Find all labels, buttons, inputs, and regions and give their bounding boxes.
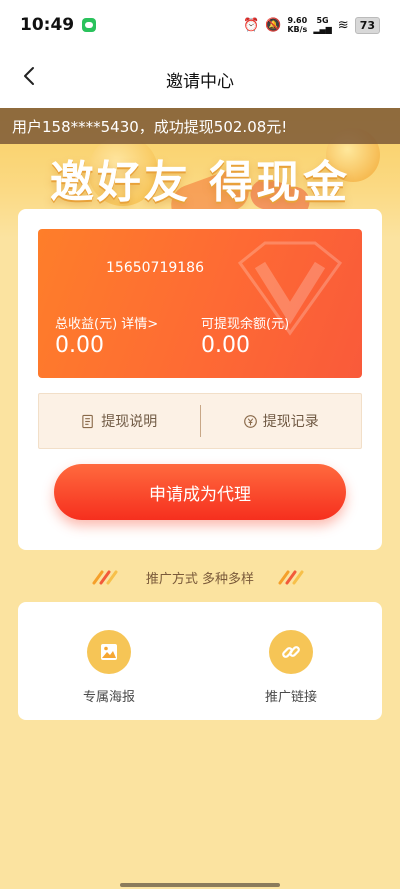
status-time-group: 10:49 (20, 15, 97, 35)
link-icon (282, 646, 300, 658)
nav-bar: 邀请中心 (0, 50, 400, 108)
withdraw-record-label: 提现记录 (262, 414, 319, 430)
invite-card: 15650719186 总收益(元) 详情> 0.00 可提现余额(元) 0.0… (18, 209, 382, 550)
wifi-icon: ≋ (337, 17, 349, 33)
user-phone: 15650719186 (106, 260, 204, 276)
promo-methods-card: 专属海报 推广链接 (18, 602, 382, 720)
poster-icon (101, 644, 117, 660)
document-icon (82, 414, 94, 428)
clock-yen-icon (243, 414, 257, 428)
apply-agent-button[interactable]: 申请成为代理 (54, 464, 346, 520)
status-indicators: ⏰ 🔕 9.60 KB/s 5G ▂▄▆ ≋ 73 (243, 16, 380, 34)
withdraw-record-button[interactable]: 提现记录 (201, 411, 362, 431)
withdrawable-value: 0.00 (201, 333, 250, 358)
promo-caption: 推广方式 多种多样 (145, 571, 255, 587)
page-title: 邀请中心 (166, 71, 234, 92)
battery-indicator: 73 (354, 16, 380, 34)
withdraw-info-button[interactable]: 提现说明 (39, 411, 200, 431)
withdraw-ticker: 用户158****5430，成功提现502.08元! (0, 108, 400, 144)
poster-label: 专属海报 (82, 690, 135, 705)
slash-decoration-icon (278, 570, 304, 585)
total-earnings-value: 0.00 (55, 333, 104, 358)
promo-caption-row: 推广方式 多种多样 (0, 565, 400, 589)
slash-decoration-icon (92, 570, 118, 585)
hero-title: 邀好友 得现金 (49, 157, 351, 208)
withdraw-actions: 提现说明 提现记录 (38, 393, 362, 449)
net-speed: 9.60 KB/s (287, 16, 307, 34)
wechat-notification-icon (82, 18, 97, 32)
net-speed-value: 9.60 (287, 16, 308, 25)
withdraw-info-label: 提现说明 (101, 414, 158, 430)
status-time: 10:49 (20, 15, 75, 35)
network-label: 5G (316, 16, 329, 25)
back-arrow-icon[interactable] (18, 64, 42, 88)
net-speed-unit: KB/s (287, 25, 308, 34)
earnings-card: 15650719186 总收益(元) 详情> 0.00 可提现余额(元) 0.0… (38, 229, 362, 378)
mute-icon: 🔕 (265, 17, 282, 33)
exclusive-poster-button[interactable]: 专属海报 (18, 602, 200, 720)
promo-link-button[interactable]: 推广链接 (200, 602, 382, 720)
link-label: 推广链接 (264, 690, 317, 705)
status-bar: 10:49 ⏰ 🔕 9.60 KB/s 5G ▂▄▆ ≋ 73 (0, 0, 400, 50)
alarm-icon: ⏰ (242, 17, 260, 33)
withdrawable-label: 可提现余额(元) (201, 317, 290, 332)
link-icon-circle (269, 630, 313, 674)
total-earnings-label[interactable]: 总收益(元) 详情> (55, 313, 158, 332)
poster-icon-circle (87, 630, 131, 674)
network-type: 5G ▂▄▆ (313, 16, 332, 34)
home-indicator[interactable] (120, 883, 280, 887)
